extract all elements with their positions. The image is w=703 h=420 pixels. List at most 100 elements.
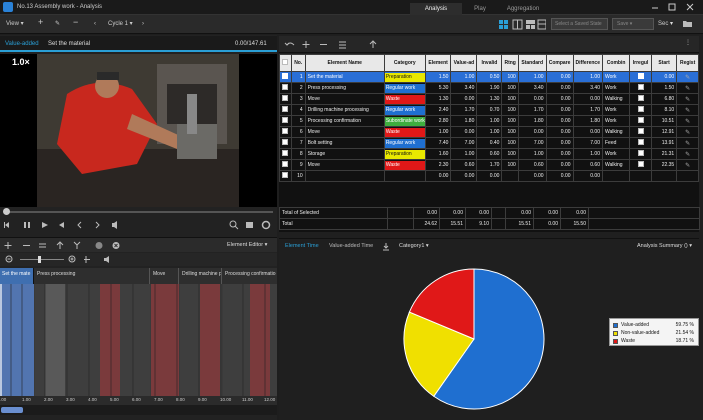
category-cell[interactable]: Regular work <box>383 104 426 116</box>
column-header-5[interactable]: Value-ad <box>450 54 478 72</box>
rating-cell[interactable]: 100 <box>501 71 519 83</box>
invalid-cell[interactable]: 1.70 <box>476 159 503 171</box>
combination-cell[interactable]: Walking <box>601 93 631 105</box>
standard-cell[interactable]: 0.00 <box>517 170 547 182</box>
start-cell[interactable]: 21.31 <box>650 148 678 160</box>
irregular-checkbox[interactable] <box>637 84 644 90</box>
standard-cell[interactable]: 7.00 <box>517 137 547 149</box>
compare-cell[interactable]: 0.00 <box>545 126 574 138</box>
category-cell[interactable]: Waste <box>383 93 426 105</box>
volume-icon[interactable] <box>112 221 117 229</box>
row-select-cell[interactable] <box>279 104 292 116</box>
invalid-cell[interactable]: 1.30 <box>476 93 503 105</box>
difference-cell[interactable]: 0.00 <box>572 126 603 138</box>
select-all-checkbox[interactable] <box>282 59 289 65</box>
split-element-icon[interactable] <box>369 40 377 48</box>
compare-cell[interactable]: 0.00 <box>545 159 574 171</box>
analysis-summary-dropdown[interactable]: Analysis Summary () ▾ <box>637 243 692 249</box>
scroll-thumb[interactable] <box>1 407 23 413</box>
table-row[interactable]: 4 Drilling machine processing Regular work… <box>279 104 699 116</box>
table-row[interactable]: 9 Move Waste 2.30 0.60 1.70 100 0.60 0.00 0.60 Wal… <box>279 159 699 171</box>
value-added-cell[interactable]: 1.00 <box>450 148 478 160</box>
start-cell[interactable]: 1.50 <box>650 82 678 94</box>
tab-aggregation[interactable]: Aggregation <box>498 3 548 15</box>
element-name-cell[interactable]: Press processing <box>304 82 385 94</box>
combination-cell[interactable] <box>601 170 631 182</box>
element-time-cell[interactable]: 1.00 <box>424 126 452 138</box>
timeline-track[interactable] <box>0 284 277 396</box>
row-checkbox[interactable] <box>282 139 288 145</box>
next-cycle-icon[interactable]: › <box>142 19 144 30</box>
row-select-cell[interactable] <box>279 115 292 127</box>
table-row[interactable]: 5 Processing confirmation Subordinate work… <box>279 115 699 127</box>
difference-cell[interactable]: 0.60 <box>572 159 603 171</box>
register-cell[interactable]: ✎ <box>676 126 699 138</box>
row-checkbox[interactable] <box>282 128 288 134</box>
table-row[interactable]: 3 Move Waste 1.30 0.00 1.30 100 0.00 0.00 0.00 Wal… <box>279 93 699 105</box>
compare-cell[interactable]: 0.00 <box>545 93 574 105</box>
difference-cell[interactable]: 1.00 <box>572 71 603 83</box>
value-added-cell[interactable]: 7.00 <box>450 137 478 149</box>
row-number[interactable]: 8 <box>290 148 306 160</box>
value-added-cell[interactable]: 1.00 <box>450 71 478 83</box>
row-checkbox[interactable] <box>282 117 288 123</box>
irregular-checkbox[interactable] <box>637 150 644 156</box>
irregular-checkbox[interactable] <box>637 95 644 101</box>
value-added-cell[interactable]: 0.00 <box>450 126 478 138</box>
timeline-scrollbar[interactable] <box>0 405 277 415</box>
value-added-cell[interactable]: 0.60 <box>450 159 478 171</box>
element-name-cell[interactable]: Set the material <box>304 71 385 83</box>
element-editor-title[interactable]: Element Editor ▾ <box>227 242 267 248</box>
edit-pen-icon[interactable]: ✎ <box>685 130 690 136</box>
table-row[interactable]: 10 0.00 0.00 0.00 0.00 0.00 0.00 <box>279 170 699 182</box>
invalid-cell[interactable]: 0.40 <box>476 137 503 149</box>
tab-value-added-time[interactable]: Value-added Time <box>329 243 373 249</box>
tab-element-time[interactable]: Element Time <box>285 243 319 249</box>
rating-cell[interactable]: 100 <box>501 93 519 105</box>
value-added-cell[interactable]: 0.00 <box>450 93 478 105</box>
row-number[interactable]: 1 <box>290 71 306 83</box>
step-forward-icon[interactable] <box>95 221 100 229</box>
invalid-cell[interactable]: 0.00 <box>476 170 503 182</box>
remove-icon[interactable]: − <box>73 17 78 28</box>
standard-cell[interactable]: 1.80 <box>517 115 547 127</box>
value-added-cell[interactable]: 0.00 <box>450 170 478 182</box>
element-name-cell[interactable]: Bolt setting <box>304 137 385 149</box>
zoom-out-icon[interactable] <box>5 255 13 263</box>
column-header-0[interactable] <box>279 54 292 72</box>
standard-cell[interactable]: 1.00 <box>517 71 547 83</box>
irregular-cell[interactable] <box>629 170 652 182</box>
value-added-cell[interactable]: 3.40 <box>450 82 478 94</box>
rating-cell[interactable] <box>501 170 519 182</box>
difference-cell[interactable]: 1.80 <box>572 115 603 127</box>
element-name-cell[interactable]: Move <box>304 126 385 138</box>
split-icon[interactable] <box>56 241 64 249</box>
compare-cell[interactable]: 0.00 <box>545 148 574 160</box>
start-cell[interactable]: 22.35 <box>650 159 678 171</box>
element-time-cell[interactable]: 1.30 <box>424 93 452 105</box>
row-checkbox[interactable] <box>282 73 288 79</box>
edit-pen-icon[interactable]: ✎ <box>685 86 690 92</box>
irregular-checkbox[interactable] <box>637 128 644 134</box>
row-select-cell[interactable] <box>279 137 292 149</box>
rating-cell[interactable]: 100 <box>501 159 519 171</box>
row-checkbox[interactable] <box>282 95 288 101</box>
seek-handle[interactable] <box>3 208 10 215</box>
row-number[interactable]: 2 <box>290 82 306 94</box>
record-icon[interactable] <box>95 242 103 249</box>
compare-cell[interactable]: 0.00 <box>545 104 574 116</box>
category-cell[interactable]: Subordinate work <box>383 115 426 127</box>
element-name-cell[interactable] <box>304 170 385 182</box>
start-cell[interactable]: 6.80 <box>650 93 678 105</box>
register-cell[interactable]: ✎ <box>676 115 699 127</box>
standard-cell[interactable]: 1.70 <box>517 104 547 116</box>
combination-cell[interactable]: Feed <box>601 137 631 149</box>
seek-bar[interactable] <box>4 211 273 213</box>
table-row[interactable]: 7 Bolt setting Regular work 7.40 7.00 0.40 100… <box>279 137 699 149</box>
frame-back-icon[interactable] <box>4 222 9 228</box>
rating-cell[interactable]: 100 <box>501 104 519 116</box>
combination-cell[interactable]: Work <box>601 71 631 83</box>
branch-icon[interactable] <box>73 241 81 249</box>
layout-wide-icon[interactable] <box>526 20 535 29</box>
category-cell[interactable]: Waste <box>383 126 426 138</box>
